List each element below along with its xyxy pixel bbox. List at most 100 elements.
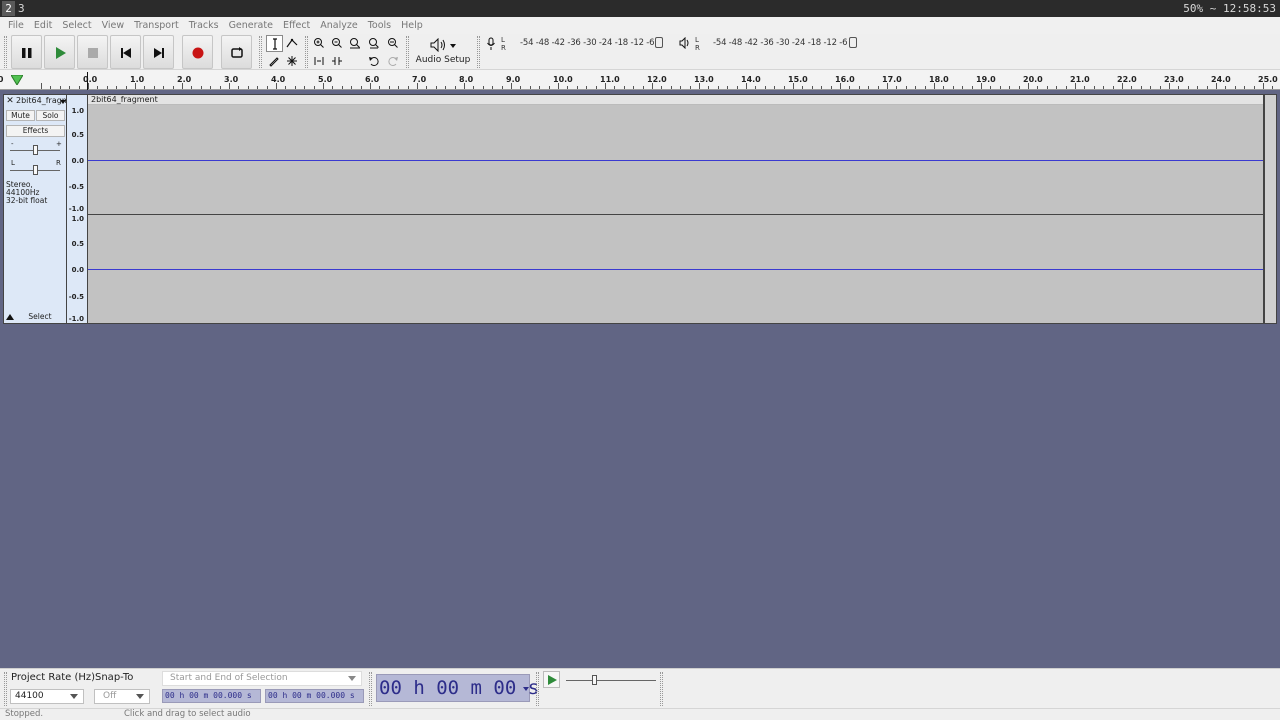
fit-selection-button[interactable] (347, 35, 364, 52)
ruler-major-tick (981, 83, 982, 89)
ruler-major-tick (793, 83, 794, 89)
ruler-major-tick (746, 83, 747, 89)
ruler-minor-tick (1206, 86, 1208, 89)
audio-clip[interactable]: 2bit64_fragment (87, 94, 1264, 324)
snap-to-select[interactable]: Off (94, 689, 150, 704)
menu-tools[interactable]: Tools (363, 17, 396, 34)
transport-toolbar-grip[interactable] (4, 36, 7, 68)
pan-slider-thumb[interactable] (33, 165, 38, 175)
ruler-minor-tick (999, 86, 1001, 89)
time-toolbar-grip[interactable] (369, 672, 372, 706)
device-toolbar-grip[interactable] (406, 36, 409, 68)
record-meter-scale[interactable]: -54 -48 -42 -36 -30 -24 -18 -12 -6 (520, 38, 655, 48)
menu-generate[interactable]: Generate (224, 17, 278, 34)
menu-select[interactable]: Select (57, 17, 96, 34)
track-close-button[interactable]: ✕ (5, 96, 15, 106)
solo-button[interactable]: Solo (36, 110, 65, 121)
effects-button[interactable]: Effects (6, 125, 65, 137)
edit-toolbar-grip[interactable] (305, 36, 308, 68)
spare-toolbar-grip[interactable] (660, 672, 663, 706)
skip-to-start-button[interactable] (110, 35, 141, 69)
record-meter-slider[interactable] (655, 37, 663, 48)
envelope-tool[interactable] (284, 35, 301, 52)
redo-button[interactable] (385, 53, 402, 70)
audio-setup-button[interactable]: Audio Setup (414, 36, 472, 68)
skip-to-end-button[interactable] (143, 35, 174, 69)
menu-transport[interactable]: Transport (129, 17, 184, 34)
draw-tool[interactable] (266, 53, 283, 70)
playback-meter-scale[interactable]: -54 -48 -42 -36 -30 -24 -18 -12 -6 (713, 38, 848, 48)
playback-speed-slider-thumb[interactable] (592, 675, 597, 685)
track-info-rate: Stereo, 44100Hz (6, 180, 40, 197)
selection-start-time[interactable]: 00 h 00 m 00.000 s (162, 689, 261, 703)
multi-tool[interactable] (284, 53, 301, 70)
play-button[interactable] (44, 35, 75, 69)
loop-button[interactable] (221, 35, 252, 69)
time-format-dropdown-icon[interactable] (523, 687, 529, 691)
trim-button[interactable] (311, 53, 328, 70)
ruler-tick-label: 5.0 (318, 75, 333, 84)
silence-button[interactable] (329, 53, 346, 70)
timeline-ruler[interactable]: -1.0 0.0 1.0 2.0 3.0 4.0 5.0 6.0 7.0 8.0 9.0 10.0 11… (0, 70, 1280, 90)
audio-position-display[interactable]: 00 h 00 m 00 s (376, 674, 539, 702)
microphone-icon[interactable] (486, 37, 496, 51)
track-control-panel[interactable]: ✕ 2bit64_fragment Mute Solo Effects - + … (3, 94, 67, 324)
menu-analyze[interactable]: Analyze (315, 17, 362, 34)
ruler-major-tick (182, 83, 183, 89)
menu-view[interactable]: View (97, 17, 130, 34)
collapse-track-icon[interactable] (6, 314, 14, 320)
project-rate-select[interactable]: 44100 (10, 689, 84, 704)
undo-button[interactable] (366, 53, 383, 70)
ruler-minor-tick (473, 86, 475, 89)
menu-effect[interactable]: Effect (278, 17, 315, 34)
select-track-button[interactable]: Select (16, 312, 64, 321)
selection-mode-select[interactable]: Start and End of Selection (162, 671, 362, 686)
ruler-minor-tick (153, 86, 155, 89)
gain-plus-label: + (56, 140, 62, 148)
track-area[interactable]: ✕ 2bit64_fragment Mute Solo Effects - + … (0, 91, 1280, 327)
fit-project-button[interactable] (366, 35, 383, 52)
selection-toolbar-grip[interactable] (4, 672, 7, 706)
playback-speaker-icon[interactable] (679, 37, 691, 49)
playback-meter-r: R (695, 44, 700, 52)
ruler-major-tick (1028, 83, 1029, 89)
vruler-label: -1.0 (68, 315, 84, 323)
track-name-menu[interactable]: 2bit64_fragment (16, 96, 66, 106)
selection-tool[interactable] (266, 35, 283, 52)
record-button[interactable] (182, 35, 213, 69)
tools-toolbar-grip[interactable] (259, 36, 262, 68)
menu-tracks[interactable]: Tracks (184, 17, 224, 34)
zoom-in-button[interactable] (311, 35, 328, 52)
ruler-minor-tick (163, 86, 165, 89)
snap-to-value: Off (103, 691, 117, 701)
gain-slider-thumb[interactable] (33, 145, 38, 155)
playback-speed-slider-track[interactable] (566, 680, 656, 681)
redo-icon (388, 57, 398, 66)
menu-file[interactable]: File (3, 17, 29, 34)
zoom-out-button[interactable] (329, 35, 346, 52)
play-at-speed-grip[interactable] (536, 672, 539, 706)
workspace-3-indicator[interactable]: 3 (18, 1, 28, 16)
ruler-minor-tick (661, 86, 663, 89)
ruler-major-tick (370, 83, 371, 89)
playback-meter-slider[interactable] (849, 37, 857, 48)
dropdown-arrow-icon (450, 44, 456, 48)
workspace-2-indicator[interactable]: 2 (2, 1, 15, 16)
pause-button[interactable] (11, 35, 42, 69)
ruler-tick-label: 18.0 (929, 75, 949, 84)
stop-button[interactable] (77, 35, 108, 69)
clip-title-bar[interactable]: 2bit64_fragment (88, 95, 1263, 105)
meter-toolbar-grip[interactable] (477, 36, 480, 68)
mute-button[interactable]: Mute (6, 110, 35, 121)
zoom-toggle-button[interactable] (385, 35, 402, 52)
menu-help[interactable]: Help (396, 17, 428, 34)
menu-edit[interactable]: Edit (29, 17, 57, 34)
track-right-edge (1264, 94, 1277, 324)
selection-end-time[interactable]: 00 h 00 m 00.000 s (265, 689, 364, 703)
play-head-marker-icon[interactable] (11, 75, 23, 85)
vertical-amplitude-ruler[interactable]: 1.0 0.5 0.0 -0.5 -1.0 1.0 0.5 0.0 -0.5 -… (67, 94, 87, 324)
ruler-minor-tick (210, 86, 212, 89)
ruler-tick-label: 8.0 (459, 75, 474, 84)
ruler-minor-tick (905, 86, 907, 89)
play-at-speed-button[interactable] (543, 671, 560, 688)
